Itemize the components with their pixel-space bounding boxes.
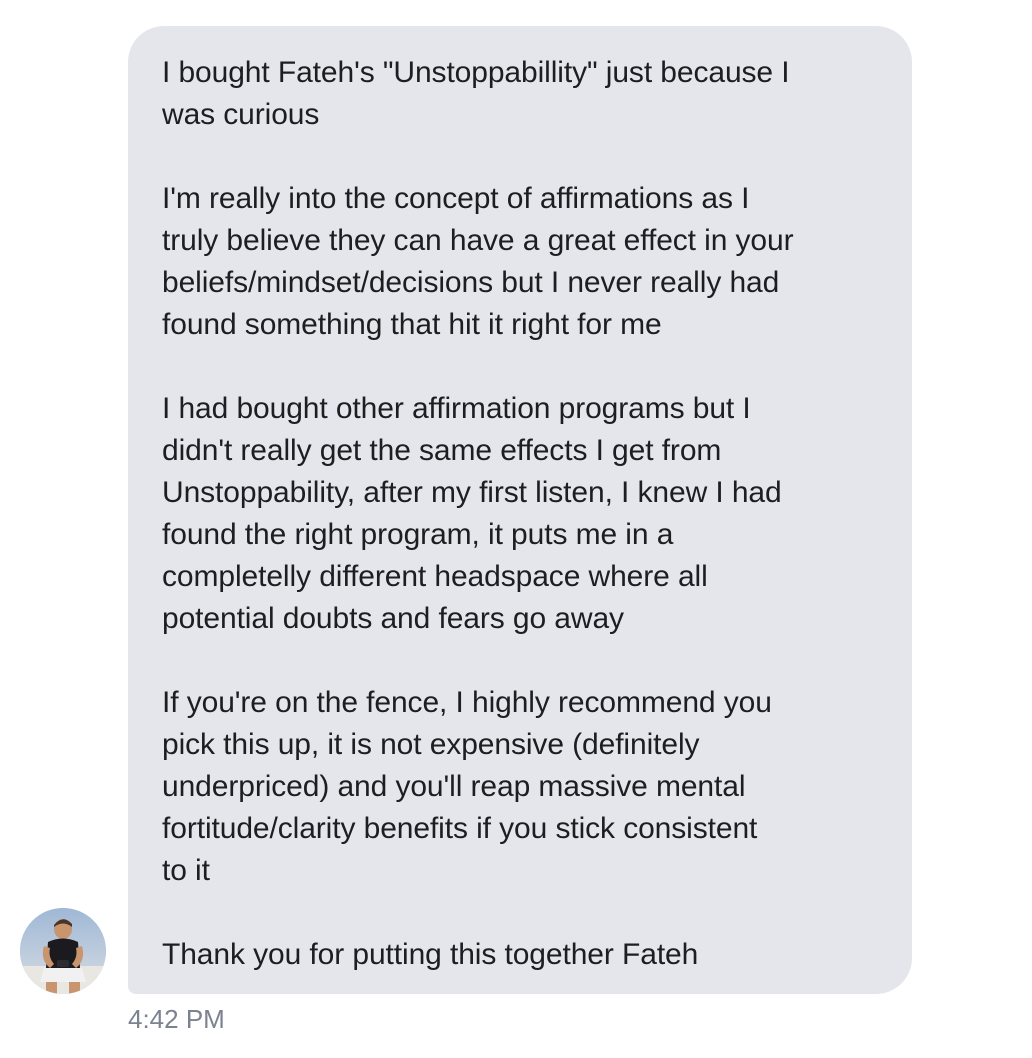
message-paragraph: I had bought other affirmation programs … [162,388,882,640]
message-line: found the right program, it puts me in a [162,518,674,551]
message-paragraph: I'm really into the concept of affirmati… [162,178,882,346]
message-line: Thank you for putting this together Fate… [162,938,699,971]
message-bubble[interactable]: I bought Fateh's "Unstoppabillity" just … [128,26,912,994]
message-line: was curious [162,98,320,131]
message-line: fortitude/clarity benefits if you stick … [162,812,758,845]
message-paragraph: If you're on the fence, I highly recomme… [162,682,882,892]
message-line: found something that hit it right for me [162,308,662,341]
message-line: beliefs/mindset/decisions but I never re… [162,266,780,299]
message-timestamp: 4:42 PM [128,1004,225,1034]
message-line: truly believe they can have a great effe… [162,224,794,257]
message-line: completelly different headspace where al… [162,560,708,593]
message-row: I bought Fateh's "Unstoppabillity" just … [0,0,1032,1058]
message-line: pick this up, it is not expensive (defin… [162,728,700,761]
avatar[interactable] [20,908,106,994]
message-line: If you're on the fence, I highly recomme… [162,686,772,719]
message-line: potential doubts and fears go away [162,602,624,635]
message-line: I'm really into the concept of affirmati… [162,182,750,215]
user-avatar-photo-icon [20,908,106,994]
message-line: to it [162,854,210,887]
message-paragraph: I bought Fateh's "Unstoppabillity" just … [162,52,882,136]
message-line: I bought Fateh's "Unstoppabillity" just … [162,56,790,89]
message-line: I had bought other affirmation programs … [162,392,751,425]
message-paragraph: Thank you for putting this together Fate… [162,934,882,976]
message-line: Unstoppability, after my first listen, I… [162,476,782,509]
message-line: didn't really get the same effects I get… [162,434,722,467]
message-line: underpriced) and you'll reap massive men… [162,770,746,803]
